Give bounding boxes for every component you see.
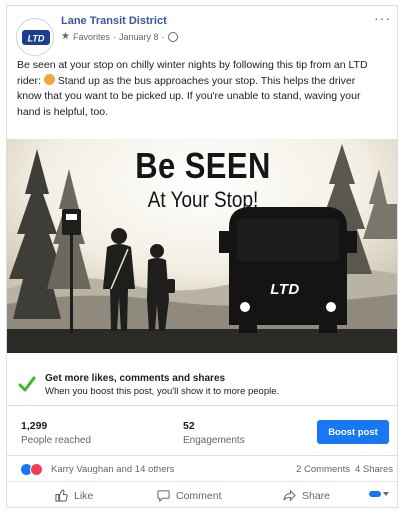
reaction-names[interactable]: Karry Vaughan and 14 others (51, 464, 174, 475)
post-actions: Like Comment Share (7, 484, 397, 507)
bus-logo: LTD (270, 281, 300, 298)
page-name-link[interactable]: Lane Transit District (61, 15, 167, 27)
reaction-icons[interactable] (20, 463, 43, 476)
share-icon (283, 489, 296, 502)
people-reached-stat[interactable]: 1,299 People reached (21, 420, 91, 446)
image-title: Be SEEN (135, 145, 271, 186)
shares-count[interactable]: 4 Shares (355, 464, 393, 475)
comment-label: Comment (176, 489, 222, 502)
emoji-icon (43, 73, 55, 85)
globe-icon (167, 31, 178, 42)
like-label: Like (74, 489, 94, 502)
engagements-stat[interactable]: 52 Engagements (183, 420, 245, 446)
thumbs-up-icon (55, 489, 68, 502)
meta-separator: · (112, 31, 116, 42)
checkmark-icon (18, 376, 36, 392)
love-reaction-icon (30, 463, 43, 476)
post-date[interactable]: January 8 (119, 32, 159, 42)
avatar-logo-text: LTD (28, 34, 45, 44)
engagements-value: 52 (183, 420, 195, 432)
comments-count[interactable]: 2 Comments (296, 464, 350, 475)
audience-selector[interactable] (369, 489, 389, 499)
share-label: Share (302, 489, 331, 502)
post-text-line-2b: Stand up as the bus approaches your stop… (57, 74, 356, 87)
comment-button[interactable]: Comment (157, 489, 222, 502)
post-card: LTD Lane Transit District ★ Favorites · … (6, 5, 398, 508)
boost-prompt: Get more likes, comments and shares When… (7, 360, 397, 406)
audience-selector-icon (369, 491, 389, 497)
boost-post-button[interactable]: Boost post (317, 420, 389, 444)
post-text-line-2a: rider: (17, 74, 41, 87)
post-text: Be seen at your stop on chilly winter ni… (17, 58, 393, 120)
people-reached-label: People reached (21, 435, 92, 446)
post-meta: ★ Favorites · January 8 · (61, 31, 178, 42)
post-header: LTD Lane Transit District ★ Favorites · … (7, 6, 397, 56)
reactions-bar: Karry Vaughan and 14 others 2 Comments 4… (7, 458, 397, 482)
post-text-line-3: know that you want to be picked up. If y… (17, 90, 361, 102)
meta-separator-2: · (161, 31, 165, 42)
comment-icon (157, 490, 170, 502)
audience-label[interactable]: Favorites (73, 32, 110, 42)
boost-prompt-title: Get more likes, comments and shares (45, 373, 226, 384)
engagements-label: Engagements (183, 435, 245, 446)
post-image[interactable]: Be SEEN At Your Stop! LTD (7, 139, 397, 353)
boost-prompt-subtitle: When you boost this post, you'll show it… (45, 386, 280, 397)
engagement-counts: 2 Comments 4 Shares (296, 464, 393, 475)
post-insights: 1,299 People reached 52 Engagements Boos… (7, 408, 397, 456)
post-text-line-4: hand is helpful, too. (17, 105, 109, 118)
people-reached-value: 1,299 (21, 420, 48, 432)
like-button[interactable]: Like (55, 489, 93, 502)
more-options-icon[interactable]: ··· (374, 10, 391, 26)
star-icon: ★ (61, 31, 70, 42)
page-avatar[interactable]: LTD (16, 18, 54, 56)
image-subtitle: At Your Stop! (147, 187, 259, 212)
post-text-line-1: Be seen at your stop on chilly winter ni… (17, 59, 368, 71)
share-button[interactable]: Share (283, 489, 330, 502)
